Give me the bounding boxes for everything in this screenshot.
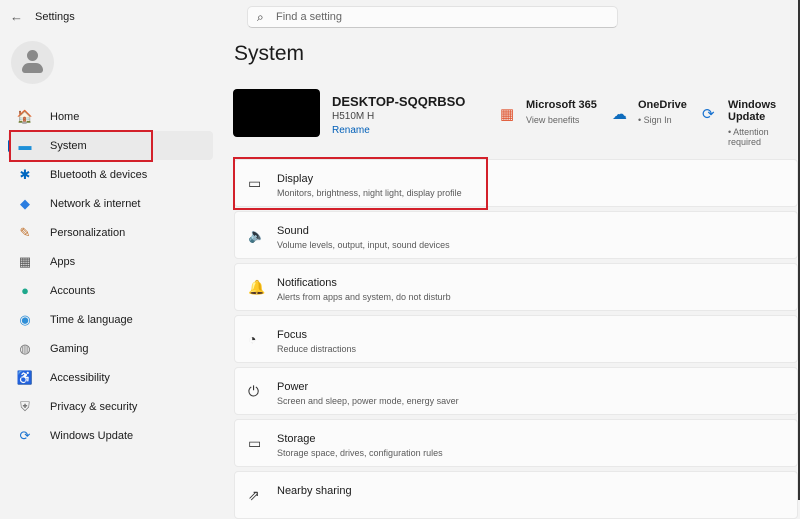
sidebar-item-bluetooth-devices[interactable]: ✱ Bluetooth & devices [8, 160, 213, 189]
sidebar-item-label: Accessibility [50, 371, 110, 384]
device-model: H510M H [332, 111, 375, 122]
card-title: Focus [277, 329, 307, 341]
sidebar-item-accounts[interactable]: ● Accounts [8, 276, 213, 305]
device-image [233, 89, 320, 137]
card-subtitle: Volume levels, output, input, sound devi… [277, 240, 450, 250]
card-title: Notifications [277, 277, 337, 289]
sidebar-item-privacy-security[interactable]: ⛨ Privacy & security [8, 392, 213, 421]
settings-card-sound[interactable]: 🔈 Sound Volume levels, output, input, soun… [234, 211, 798, 259]
page-title: System [234, 42, 305, 65]
highlight-display [233, 157, 488, 210]
sidebar-item-label: Privacy & security [50, 400, 138, 413]
apps-icon: ▦ [18, 253, 32, 269]
avatar[interactable] [11, 41, 54, 84]
bell-icon: 🔔 [248, 279, 266, 295]
service-subtitle: • Sign In [638, 115, 672, 125]
power-icon: ⏻ [248, 383, 260, 399]
sidebar-item-label: Home [50, 110, 80, 123]
sidebar-item-label: Network & internet [50, 197, 141, 210]
app-title: Settings [35, 11, 75, 23]
service-title: Microsoft 365 [526, 99, 597, 111]
sidebar-item-label: Apps [50, 255, 76, 268]
settings-card-focus[interactable]: ◔ Focus Reduce distractions [234, 315, 798, 363]
bluetooth-icon: ✱ [19, 166, 31, 182]
service-subtitle: • Attention required [728, 127, 769, 147]
accessibility-icon: ♿ [16, 369, 34, 385]
card-subtitle: Screen and sleep, power mode, energy sav… [277, 396, 459, 406]
highlight-system [9, 130, 153, 162]
sidebar-item-personalization[interactable]: ✎ Personalization [8, 218, 213, 247]
rename-link[interactable]: Rename [332, 125, 370, 136]
update-icon: ⟳ [19, 427, 31, 443]
sidebar-item-network-internet[interactable]: ◆ Network & internet [8, 189, 213, 218]
sidebar-item-time-language[interactable]: ◉ Time & language [8, 305, 213, 334]
gamepad-icon: ◍ [19, 340, 31, 356]
service-windows-update[interactable]: ⟳ Windows Update • Attention required [702, 99, 794, 147]
device-name: DESKTOP-SQQRBSO [332, 94, 466, 109]
sidebar-item-home[interactable]: 🏠 Home [8, 102, 213, 131]
onedrive-icon: ☁ [612, 106, 627, 123]
home-icon: 🏠 [16, 108, 34, 124]
title-bar: ← Settings ⌕ Find a setting [0, 0, 800, 34]
sound-icon: 🔈 [248, 227, 266, 243]
sidebar-item-label: Personalization [50, 226, 126, 239]
microsoft-365-icon: ▦ [500, 106, 515, 123]
back-arrow-icon[interactable]: ← [10, 9, 23, 24]
settings-card-storage[interactable]: ▭ Storage Storage space, drives, configura… [234, 419, 798, 467]
sidebar-item-label: Windows Update [50, 429, 134, 442]
settings-card-notifications[interactable]: 🔔 Notifications Alerts from apps and syste… [234, 263, 798, 311]
sidebar-item-label: Gaming [50, 342, 89, 355]
shield-icon: ⛨ [20, 398, 30, 414]
search-icon: ⌕ [257, 10, 264, 24]
sidebar-item-apps[interactable]: ▦ Apps [8, 247, 213, 276]
card-title: Sound [277, 225, 309, 237]
brush-icon: ✎ [19, 224, 31, 240]
card-subtitle: Alerts from apps and system, do not dist… [277, 292, 451, 302]
sidebar-item-gaming[interactable]: ◍ Gaming [8, 334, 213, 363]
focus-icon: ◔ [248, 331, 257, 347]
wifi-icon: ◆ [20, 195, 30, 211]
service-title: OneDrive [638, 99, 687, 111]
sidebar-item-label: Time & language [50, 313, 133, 326]
service-title: Windows Update [728, 99, 777, 123]
service-subtitle: View benefits [526, 115, 580, 125]
accounts-icon: ● [21, 283, 29, 298]
sidebar-item-accessibility[interactable]: ♿ Accessibility [8, 363, 213, 392]
search-input[interactable]: ⌕ Find a setting [247, 6, 618, 28]
service-microsoft-365[interactable]: ▦ Microsoft 365 View benefits [500, 99, 597, 125]
sidebar-item-label: Accounts [50, 284, 96, 297]
settings-card-nearby-sharing[interactable]: ⇗ Nearby sharing [234, 471, 798, 519]
windows-update-icon: ⟳ [702, 106, 715, 123]
card-subtitle: Storage space, drives, configuration rul… [277, 448, 443, 458]
sidebar-item-windows-update[interactable]: ⟳ Windows Update [8, 421, 213, 450]
card-title: Nearby sharing [277, 485, 352, 497]
card-title: Power [277, 381, 309, 393]
settings-card-power[interactable]: ⏻ Power Screen and sleep, power mode, ener… [234, 367, 798, 415]
card-subtitle: Reduce distractions [277, 344, 357, 354]
storage-icon: ▭ [248, 435, 262, 451]
globe-icon: ◉ [19, 311, 31, 327]
card-title: Storage [277, 433, 316, 445]
search-placeholder: Find a setting [276, 11, 343, 23]
service-onedrive[interactable]: ☁ OneDrive • Sign In [612, 99, 687, 125]
share-icon: ⇗ [248, 487, 260, 503]
sidebar-item-label: Bluetooth & devices [50, 168, 148, 181]
